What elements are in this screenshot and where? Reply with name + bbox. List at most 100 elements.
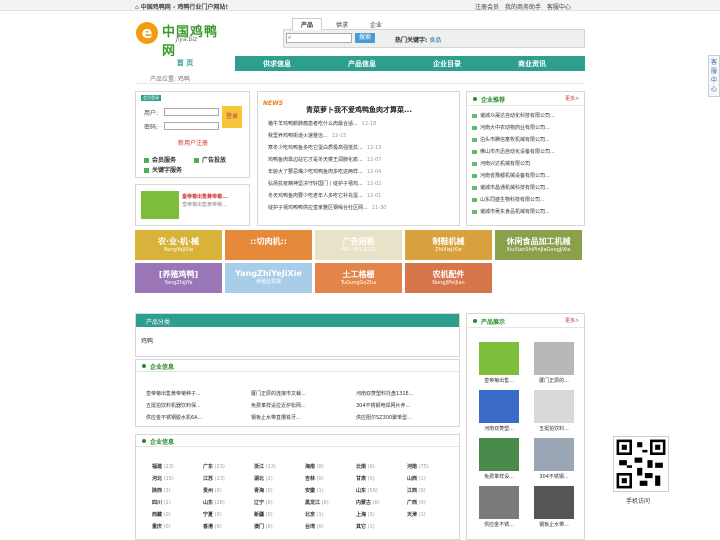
ad-link[interactable]: 广告投放 <box>194 156 244 166</box>
company-item[interactable]: 皇帝菊出售黄帝菊种子... <box>146 390 201 397</box>
product-more[interactable]: 更多> <box>565 317 579 324</box>
region-item[interactable]: 天津 (1) <box>407 511 426 518</box>
nav-supply[interactable]: 供求信息 <box>263 59 291 69</box>
banner-ad[interactable]: 广告招租 400-703-2221 <box>315 230 402 260</box>
product-image[interactable] <box>479 390 519 423</box>
home-text[interactable]: ⌂ 中国鸡鸭网 - 鸡鸭行业门户网站! <box>135 2 228 11</box>
company-item[interactable]: 免费革样设拉近炉松网... <box>251 402 306 409</box>
username-input[interactable] <box>164 108 219 116</box>
recommend-item[interactable]: 诸城市昌通机械科技有限公司... <box>472 184 555 196</box>
recommend-item[interactable]: 诸城市吴东食品机械有限公司... <box>472 208 555 220</box>
region-item[interactable]: 台湾 (0) <box>305 523 324 530</box>
company-item[interactable]: 钢板止水带直槽铣牙... <box>251 414 301 421</box>
service-center-link[interactable]: 客服中心 <box>547 4 571 11</box>
product-label[interactable]: 皇帝菊出售... <box>479 377 519 384</box>
banner-ad[interactable]: 农·业·机·械 NongYeJiXie <box>135 230 222 260</box>
banner-ad[interactable]: ::切肉机:: <box>225 230 312 260</box>
product-label[interactable]: 免费革样设... <box>479 473 519 480</box>
product-image[interactable] <box>534 390 574 423</box>
region-item[interactable]: 山东 (56) <box>356 487 378 494</box>
news-item[interactable]: 鸡鸭鱼肉靠边站它才是冬天菜王润肺化痰... 12-07 <box>268 156 386 168</box>
product-image[interactable] <box>534 438 574 471</box>
product-image[interactable] <box>534 486 574 519</box>
banner-ad[interactable]: YangZhiYeJiXie 养殖业机械 <box>225 263 312 293</box>
recommend-more[interactable]: 更多> <box>565 95 579 102</box>
region-item[interactable]: 广东 (23) <box>203 463 225 470</box>
region-item[interactable]: 北京 (1) <box>305 511 324 518</box>
news-item[interactable]: 寒冬少吃鸡鸭鱼多吃它蛋白质极高强抵抗... 12-13 <box>268 144 386 156</box>
region-item[interactable]: 澳门 (0) <box>254 523 273 530</box>
banner-ad[interactable]: 制鞋机械 ZhiXieJiXie <box>405 230 492 260</box>
region-item[interactable]: 海南 (0) <box>305 463 324 470</box>
news-item[interactable]: 绽护子禧鸡鸭鸭供应皇家雅区钢噪台社区网... 11-30 <box>268 204 386 216</box>
login-button[interactable]: 登录 <box>222 106 242 128</box>
nav-news[interactable]: 商业资讯 <box>518 59 546 69</box>
region-item[interactable]: 贵州 (0) <box>203 487 222 494</box>
banner-ad[interactable]: 土工格栅 TuGongGeZha <box>315 263 402 293</box>
company-item[interactable]: 厦门正辰的连接市文裁... <box>251 390 306 397</box>
region-item[interactable]: 其它 (1) <box>356 523 375 530</box>
region-item[interactable]: 上海 (3) <box>356 511 375 518</box>
assistant-link[interactable]: 我的商务助手 <box>505 4 541 11</box>
region-item[interactable]: 浙江 (13) <box>254 463 276 470</box>
recommend-item[interactable]: 山东同盛生物科技有限公司... <box>472 196 555 208</box>
region-item[interactable]: 黑龙江 (0) <box>305 499 329 506</box>
recommend-item[interactable]: 佛山市杰迅自动化设备有限公司... <box>472 148 555 160</box>
product-image[interactable] <box>479 438 519 471</box>
banner-ad[interactable]: 休闲食品加工机械 XiuXianShiPinJiaGongJiXie <box>495 230 582 260</box>
password-input[interactable] <box>164 122 219 130</box>
hot-keyword[interactable]: 食品 <box>429 37 441 44</box>
recommend-item[interactable]: 诸城众晟达自动化科技有限公司... <box>472 112 555 124</box>
banner-ad[interactable]: 农机配件 NongJiPeiJian <box>405 263 492 293</box>
company-item[interactable]: 供应阻尔SZ300聚苯型... <box>356 414 412 421</box>
region-item[interactable]: 河北 (15) <box>152 475 174 482</box>
region-item[interactable]: 西藏 (0) <box>152 511 171 518</box>
search-button[interactable]: 搜索 <box>355 33 375 43</box>
news-item[interactable]: 我里养鸡鸭街道火速整治... 12-15 <box>268 132 386 144</box>
banner-ad[interactable]: [养殖鸡鸭] YangZhiJiYa <box>135 263 222 293</box>
region-item[interactable]: 山东 (26) <box>203 499 225 506</box>
product-image[interactable] <box>479 486 519 519</box>
region-item[interactable]: 青海 (0) <box>254 487 273 494</box>
region-item[interactable]: 四川 (1) <box>152 499 171 506</box>
recommend-item[interactable]: 泊头市腾信畜牧机械有限公司... <box>472 136 555 148</box>
region-item[interactable]: 香港 (0) <box>203 523 222 530</box>
product-label[interactable]: 304不锈钢... <box>534 473 574 480</box>
region-item[interactable]: 宁夏 (0) <box>203 511 222 518</box>
search-tab-company[interactable]: 企业 <box>362 19 390 30</box>
region-item[interactable]: 山西 (1) <box>407 475 426 482</box>
company-item[interactable]: 供应金不锈钢脱水机6A... <box>146 414 202 421</box>
recommend-item[interactable]: 河南兴达机械有限公司 <box>472 160 555 172</box>
product-image[interactable] <box>479 342 519 375</box>
region-item[interactable]: 江苏 (13) <box>203 475 225 482</box>
news-item[interactable]: 猪牛羊鸡鸭鹅肺瘤患者吃什么肉最合适... 12-18 <box>268 120 386 132</box>
region-item[interactable]: 湖北 (2) <box>254 475 273 482</box>
customer-service-tab[interactable]: 客服中心 <box>708 55 720 97</box>
company-item[interactable]: 304不锈钢电焊网片养... <box>356 402 410 409</box>
nav-home[interactable]: 首 页 <box>135 56 235 71</box>
company-item[interactable]: 五挺拍饮料机器饮料保... <box>146 402 201 409</box>
news-item[interactable]: 冬天鸡鸭鱼肉要少吃老年人多吃它补充蛋... 12-01 <box>268 192 386 204</box>
product-label[interactable]: 厦门正辰的... <box>534 377 574 384</box>
region-item[interactable]: 陕西 (3) <box>152 487 171 494</box>
news-headline[interactable]: 青菜萝卜我不爱鸡鸭鱼肉才算菜... <box>306 105 412 115</box>
region-item[interactable]: 广西 (0) <box>407 499 426 506</box>
search-tab-product[interactable]: 产品 <box>292 18 323 30</box>
product-label[interactable]: 钢板止水带... <box>534 521 574 528</box>
company-item[interactable]: 河南双菱塑料托盘131E... <box>356 390 413 397</box>
region-item[interactable]: 江西 (0) <box>407 487 426 494</box>
search-input[interactable]: ⌕ <box>286 33 352 43</box>
register-link[interactable]: 注册会员 <box>475 4 499 11</box>
search-tab-supply[interactable]: 供求 <box>328 19 356 30</box>
product-label[interactable]: 五挺拍饮料... <box>534 425 574 432</box>
region-item[interactable]: 甘肃 (0) <box>356 475 375 482</box>
featured-ad[interactable]: 皇帝菊出售黄帝菊... 皇帝菊出售黄帝菊... <box>135 184 250 226</box>
region-item[interactable]: 云南 (0) <box>356 463 375 470</box>
region-item[interactable]: 吉林 (0) <box>305 475 324 482</box>
register-link[interactable]: 新用户注册 <box>178 138 208 147</box>
nav-product[interactable]: 产品信息 <box>348 59 376 69</box>
region-item[interactable]: 新疆 (0) <box>254 511 273 518</box>
product-label[interactable]: 供应金不锈... <box>479 521 519 528</box>
region-item[interactable]: 辽宁 (0) <box>254 499 273 506</box>
region-item[interactable]: 安徽 (1) <box>305 487 324 494</box>
